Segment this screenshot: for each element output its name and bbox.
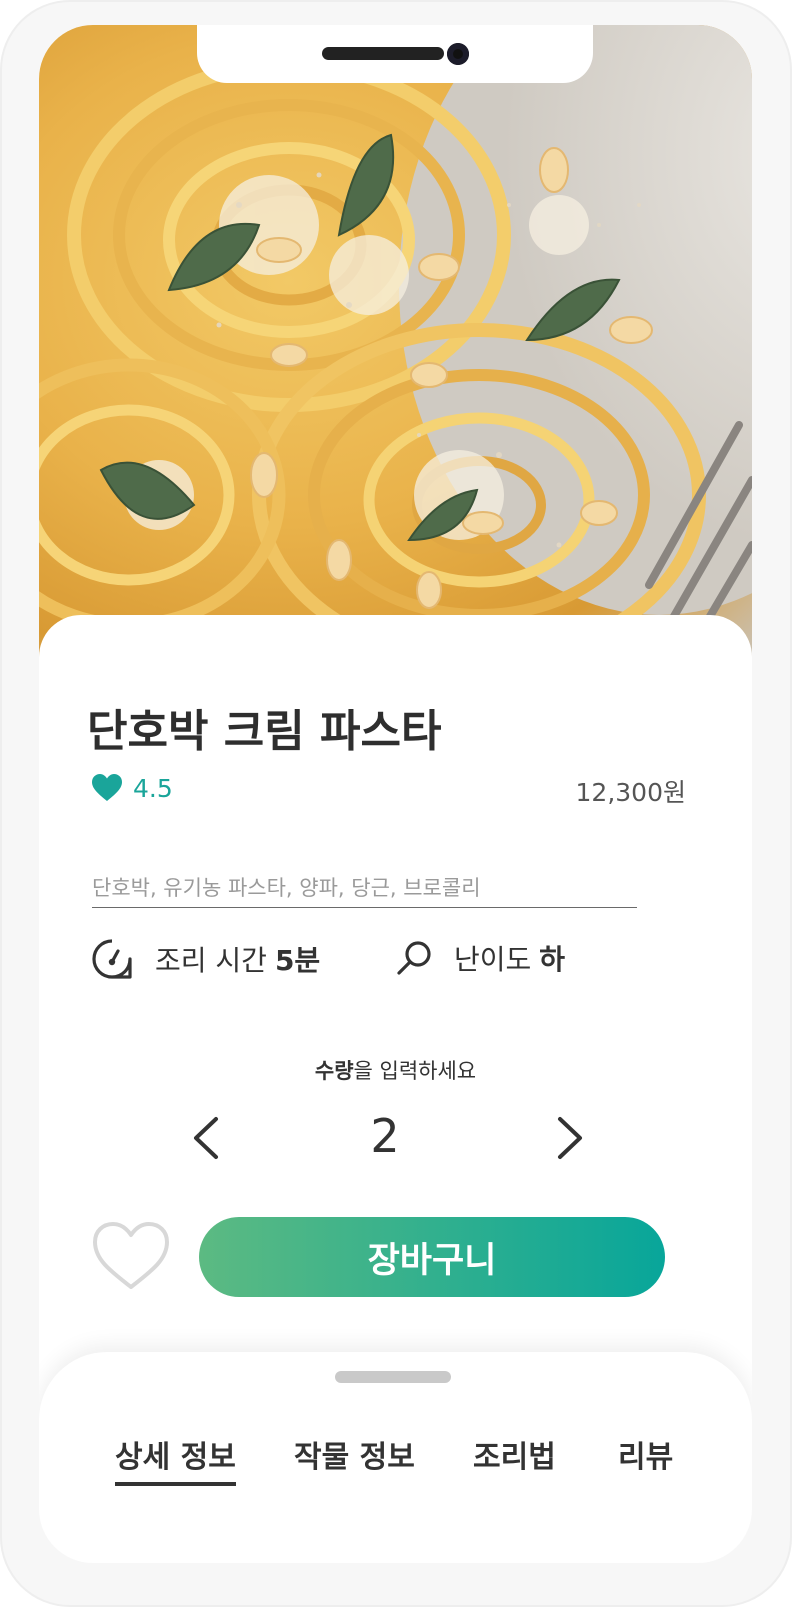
heart-filled-icon bbox=[92, 774, 122, 801]
quantity-prompt: 수량을 입력하세요 bbox=[39, 1055, 752, 1085]
bottom-tab-sheet: 상세 정보 작물 정보 조리법 리뷰 bbox=[39, 1352, 752, 1563]
chevron-left-icon[interactable] bbox=[182, 1113, 232, 1163]
search-icon bbox=[397, 941, 431, 975]
cook-time-label: 조리 시간 bbox=[155, 944, 267, 977]
rating-value: 4.5 bbox=[133, 773, 173, 803]
tab-reviews[interactable]: 리뷰 bbox=[618, 1432, 673, 1482]
cook-time-value: 5분 bbox=[274, 944, 321, 977]
app-screen: 단호박 크림 파스타 4.5 12,300원 단호박, 유기농 파스타, 양파,… bbox=[39, 25, 752, 1563]
recipe-hero-image bbox=[39, 25, 752, 665]
recipe-title: 단호박 크림 파스타 bbox=[87, 706, 442, 757]
add-to-cart-button[interactable]: 장바구니 bbox=[199, 1217, 665, 1297]
difficulty: 난이도 하 bbox=[396, 938, 565, 978]
cook-time: 조리 시간 5분 bbox=[91, 938, 320, 980]
rating: 4.5 bbox=[91, 773, 173, 803]
difficulty-value: 하 bbox=[539, 943, 566, 976]
price: 12,300원 bbox=[575, 778, 686, 807]
tab-crop-info[interactable]: 작물 정보 bbox=[294, 1432, 415, 1482]
recipe-meta: 조리 시간 5분 난이도 하 bbox=[91, 938, 711, 982]
chevron-right-icon[interactable] bbox=[544, 1113, 594, 1163]
tab-detail-info[interactable]: 상세 정보 bbox=[115, 1432, 236, 1486]
speaker-grille bbox=[322, 47, 444, 60]
difficulty-label: 난이도 bbox=[454, 943, 532, 976]
quantity-prompt-rest: 을 입력하세요 bbox=[353, 1059, 477, 1083]
timer-gauge-icon bbox=[92, 939, 132, 979]
quantity-prompt-bold: 수량 bbox=[314, 1059, 354, 1083]
ingredients-list: 단호박, 유기농 파스타, 양파, 당근, 브로콜리 bbox=[92, 868, 637, 908]
quantity-value[interactable]: 2 bbox=[345, 1109, 425, 1163]
front-camera bbox=[447, 43, 469, 65]
device-notch bbox=[197, 25, 593, 83]
quantity-stepper: 2 bbox=[39, 1105, 752, 1175]
pasta-photo bbox=[39, 25, 752, 665]
heart-outline-icon[interactable] bbox=[91, 1220, 171, 1292]
tab-recipe[interactable]: 조리법 bbox=[473, 1432, 556, 1482]
sheet-drag-handle[interactable] bbox=[335, 1371, 451, 1383]
